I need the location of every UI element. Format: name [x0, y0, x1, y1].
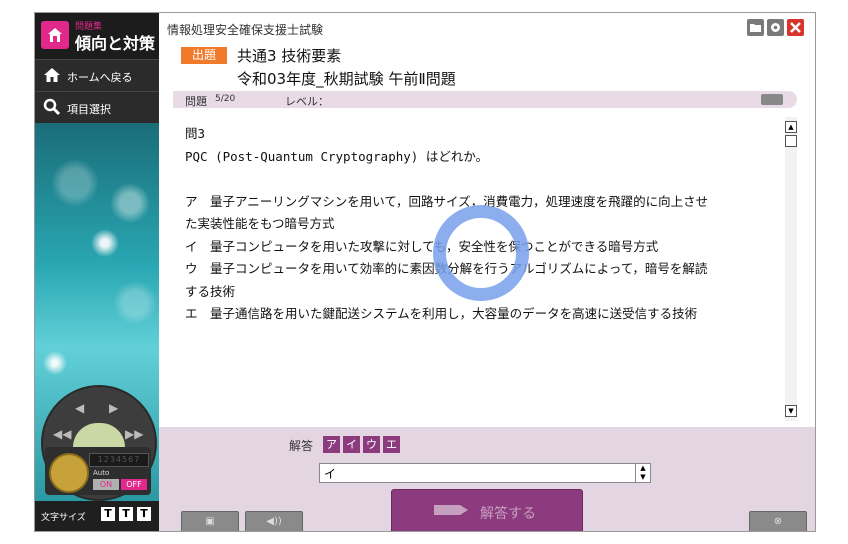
sidebar: 問題集 傾向と対策 ホームへ戻る 項目選択 ◀ ▶ ◀◀ ▶▶ 1234567 …	[35, 13, 159, 531]
answer-select-value: イ	[324, 467, 337, 481]
scroll-up-icon[interactable]: ▲	[785, 121, 797, 133]
font-size-label: 文字サイズ	[41, 513, 86, 523]
option-a-button[interactable]: ア	[323, 436, 340, 453]
window-title: 情報処理安全確保支援士試験	[167, 23, 324, 37]
item-select-button[interactable]: 項目選択	[35, 91, 159, 123]
close-button[interactable]	[787, 19, 804, 36]
close-icon	[790, 22, 801, 33]
answer-spinner-icon[interactable]: ▲ ▼	[635, 464, 650, 482]
question-scrollbar[interactable]: ▲ ▼	[785, 117, 797, 421]
title-bar: 情報処理安全確保支援士試験	[159, 13, 815, 43]
save-button[interactable]: ▣	[181, 511, 239, 531]
exam-header: 出題 共通3 技術要素 令和03年度_秋期試験 午前Ⅱ問題	[159, 43, 815, 91]
loading-ring	[433, 205, 529, 301]
audio-button[interactable]: ◀))	[245, 511, 303, 531]
arrow-up-left-icon[interactable]: ◀	[75, 401, 84, 415]
window-restore-icon[interactable]	[761, 94, 783, 105]
auto-off-button[interactable]: OFF	[121, 479, 147, 490]
level-label: レベル：	[285, 95, 329, 108]
auto-on-button[interactable]: ON	[93, 479, 119, 490]
question-label: 問題	[185, 95, 207, 108]
question-line: PQC (Post-Quantum Cryptography) はどれか。	[185, 148, 489, 164]
auto-play-button[interactable]	[49, 453, 89, 493]
app-title: 傾向と対策	[75, 34, 156, 53]
gear-icon	[771, 23, 780, 32]
item-select-label: 項目選択	[67, 103, 111, 116]
question-number: 5/20	[215, 94, 236, 104]
answer-label: 解答	[289, 439, 314, 453]
font-size-small-button[interactable]: T	[101, 507, 115, 521]
magnifier-icon	[43, 98, 61, 116]
submit-answer-label: 解答する	[480, 506, 536, 522]
question-line: エ 量子通信路を用いた鍵配送システムを利用し，大容量のデータを高速に送受信する技…	[185, 306, 698, 321]
folder-icon	[750, 24, 761, 32]
home-button[interactable]: ホームへ戻る	[35, 59, 159, 91]
settings-button[interactable]	[767, 19, 784, 36]
exam-category: 共通3 技術要素	[237, 47, 342, 65]
submit-answer-button[interactable]: 解答する	[391, 489, 583, 531]
question-badge: 出題	[181, 47, 227, 64]
pencil-icon	[434, 505, 468, 515]
home-icon	[44, 68, 60, 82]
question-info-bar: 問題 5/20 レベル：	[173, 91, 797, 108]
scroll-thumb[interactable]	[785, 135, 797, 147]
counter-display: 1234567	[89, 453, 149, 467]
font-size-medium-button[interactable]: T	[119, 507, 133, 521]
question-line: 問3	[185, 126, 206, 141]
option-i-button[interactable]: イ	[343, 436, 360, 453]
font-size-bar: 文字サイズ T T T	[35, 501, 159, 531]
arrow-up-right-icon[interactable]: ▶	[109, 401, 118, 415]
book-home-icon	[41, 21, 69, 49]
answer-panel: 解答 ア イ ウ エ イ ▲ ▼ 解答する ▣ ◀)) ⊗	[159, 427, 815, 531]
rewind-icon[interactable]: ◀◀	[53, 427, 71, 441]
playback-panel: 1234567 Auto ON OFF	[45, 447, 151, 495]
option-u-button[interactable]: ウ	[363, 436, 380, 453]
font-size-large-button[interactable]: T	[137, 507, 151, 521]
answer-select[interactable]: イ ▲ ▼	[319, 463, 651, 483]
folder-button[interactable]	[747, 19, 764, 36]
option-e-button[interactable]: エ	[383, 436, 400, 453]
app-window: 問題集 傾向と対策 ホームへ戻る 項目選択 ◀ ▶ ◀◀ ▶▶ 1234567 …	[34, 12, 816, 532]
scroll-down-icon[interactable]: ▼	[785, 405, 797, 417]
app-logo: 問題集 傾向と対策	[35, 13, 159, 59]
exam-name: 令和03年度_秋期試験 午前Ⅱ問題	[237, 70, 456, 88]
question-line	[185, 168, 785, 191]
home-button-label: ホームへ戻る	[67, 71, 133, 84]
fast-forward-icon[interactable]: ▶▶	[125, 427, 143, 441]
cancel-button[interactable]: ⊗	[749, 511, 807, 531]
auto-label: Auto	[93, 469, 110, 477]
